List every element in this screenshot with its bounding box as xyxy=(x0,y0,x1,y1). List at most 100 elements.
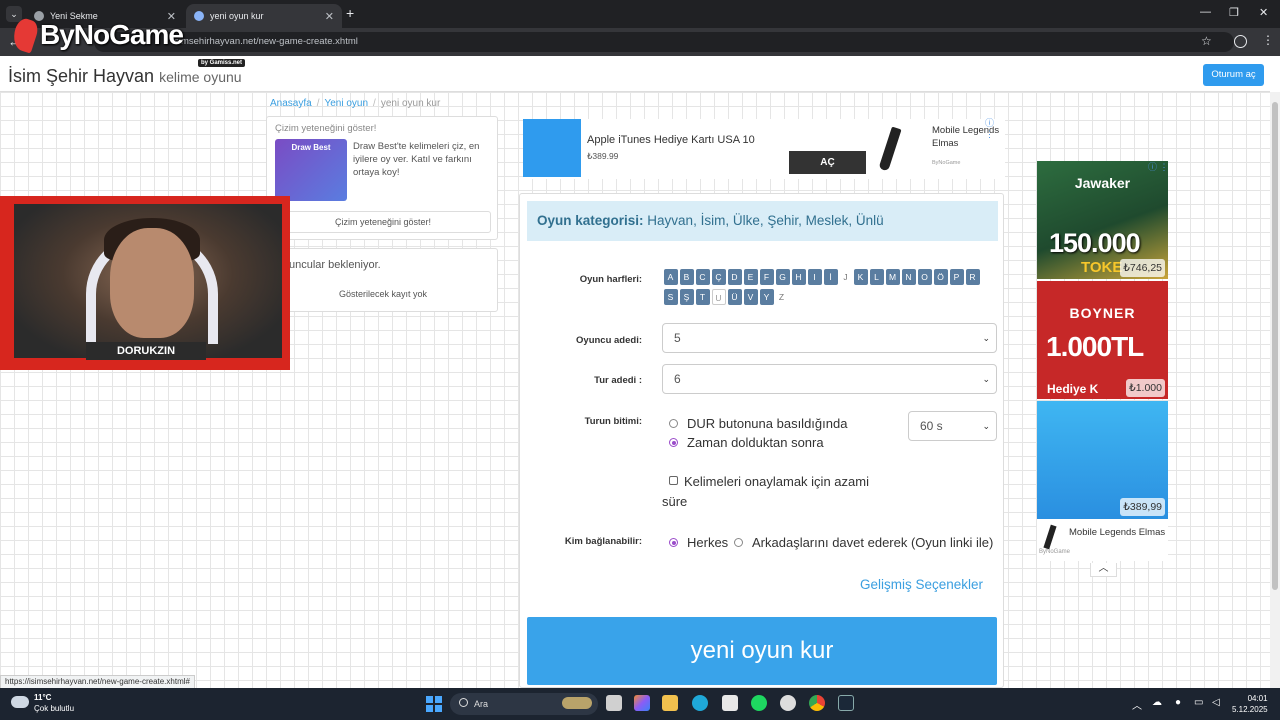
close-icon[interactable]: ✕ xyxy=(325,10,334,23)
letter-toggle[interactable]: R xyxy=(965,269,980,285)
time-select[interactable]: 60 s ⌄ xyxy=(908,411,997,441)
login-button[interactable]: Oturum aç xyxy=(1203,64,1264,86)
confirm-time-label: Kelimeleri onaylamak için azami süre xyxy=(662,472,892,512)
draw-card-title: Çizim yeteneğini göster! xyxy=(275,123,377,134)
ad-sub-text: TOKE xyxy=(1081,259,1123,276)
ad-info-icon[interactable]: ⓘ ⋮ xyxy=(1148,160,1169,173)
round-end-label: Turun bitimi: xyxy=(584,416,642,427)
onedrive-icon[interactable]: ☁ xyxy=(1152,697,1162,708)
new-tab-button[interactable]: + xyxy=(346,5,354,21)
ad-price: ₺389.99 xyxy=(587,151,619,161)
chrome-icon[interactable] xyxy=(809,695,825,711)
steam-icon[interactable] xyxy=(838,695,854,711)
microphone-icon[interactable]: ● xyxy=(1175,697,1181,708)
letter-toggle[interactable]: V xyxy=(743,289,758,305)
letter-toggle[interactable]: T xyxy=(695,289,710,305)
ad-info-icon[interactable]: ⓘ ⋮ xyxy=(985,116,1005,140)
breadcrumb-home[interactable]: Anasayfa xyxy=(270,98,312,109)
weather-desc: Çok bulutlu xyxy=(34,704,75,713)
chevron-up-icon[interactable]: ︿ xyxy=(1132,697,1142,712)
breadcrumb-separator: / xyxy=(316,98,320,109)
ad-apple-gift[interactable]: ₺389,99 xyxy=(1037,401,1168,519)
ad-brand: ByNoGame xyxy=(1039,549,1071,555)
ad-jawaker[interactable]: Jawaker 150.000 TOKE ₺746,25 xyxy=(1037,161,1168,279)
letter-toggle[interactable]: B xyxy=(679,269,694,285)
url-field[interactable]: isimsehirhayvan.net/new-game-create.xhtm… xyxy=(94,32,1234,52)
edge-icon[interactable] xyxy=(692,695,708,711)
bookmark-star-icon[interactable]: ☆ xyxy=(1201,34,1212,48)
who-option-label: Herkes xyxy=(687,535,729,550)
webcam-video xyxy=(14,204,282,358)
restore-icon[interactable]: ❐ xyxy=(1229,6,1239,19)
round-end-option-time[interactable]: Zaman dolduktan sonra xyxy=(669,435,824,450)
app-icon[interactable] xyxy=(780,695,796,711)
letter-toggle[interactable]: Ş xyxy=(679,289,694,305)
letter-toggle[interactable]: S xyxy=(663,289,678,305)
letter-toggle[interactable]: G xyxy=(775,269,790,285)
site-title[interactable]: İsim Şehir Hayvan kelime oyunu xyxy=(8,66,242,87)
cloud-icon[interactable] xyxy=(11,696,29,708)
letter-toggle[interactable]: Y xyxy=(759,289,774,305)
browser-tabbar: ⌄ Yeni Sekme ✕ yeni oyun kur ✕ + — ❐ ✕ xyxy=(0,0,1280,28)
letter-toggle[interactable]: U xyxy=(711,289,726,305)
volume-icon[interactable]: ◁ xyxy=(1212,697,1220,708)
clock-time: 04:01 xyxy=(1247,694,1268,703)
tab-label: yeni oyun kur xyxy=(210,11,264,21)
weather-temp: 11°C xyxy=(34,693,52,702)
round-end-option-stop[interactable]: DUR butonuna basıldığında xyxy=(669,416,847,431)
spotify-icon[interactable] xyxy=(751,695,767,711)
letter-toggle[interactable]: C xyxy=(695,269,710,285)
minimize-icon[interactable]: — xyxy=(1200,6,1211,18)
task-view-icon[interactable] xyxy=(606,695,622,711)
players-select[interactable]: 5 ⌄ xyxy=(662,323,997,353)
letter-toggle[interactable]: P xyxy=(949,269,964,285)
players-card: uncular bekleniyor. Gösterilecek kayıt y… xyxy=(266,248,498,312)
who-option-everyone[interactable]: Herkes xyxy=(669,535,728,550)
site-title-main: İsim Şehir Hayvan xyxy=(8,66,155,86)
tab-yeni-oyun-kur[interactable]: yeni oyun kur ✕ xyxy=(186,4,342,28)
close-window-icon[interactable]: ✕ xyxy=(1259,6,1268,19)
draw-best-button[interactable]: Çizim yeteneğini göster! xyxy=(275,211,491,233)
breadcrumb-separator: / xyxy=(373,98,376,109)
letter-toggle[interactable]: M xyxy=(885,269,900,285)
letter-toggle[interactable]: Z xyxy=(776,289,788,305)
letter-toggle[interactable]: L xyxy=(869,269,884,285)
ad-boyner[interactable]: BOYNER 1.000TL Hediye K ₺1.000 xyxy=(1037,281,1168,399)
file-explorer-icon[interactable] xyxy=(662,695,678,711)
ad-mobile-legends[interactable]: Mobile Legends Elmas ByNoGame xyxy=(1037,519,1168,561)
menu-kebab-icon[interactable]: ⋮ xyxy=(1262,33,1274,47)
draw-best-card: Çizim yeteneğini göster! Draw Best Draw … xyxy=(266,116,498,240)
ad-title: Mobile Legends Elmas xyxy=(1069,527,1166,538)
letter-toggle[interactable]: E xyxy=(743,269,758,285)
rounds-select[interactable]: 6 ⌄ xyxy=(662,364,997,394)
letter-toggle[interactable]: İ xyxy=(823,269,838,285)
letter-toggle[interactable]: J xyxy=(840,269,852,285)
letter-toggle[interactable]: H xyxy=(791,269,806,285)
letter-toggle[interactable]: D xyxy=(727,269,742,285)
collapse-ads-chevron-up-icon[interactable]: ︿ xyxy=(1090,563,1117,577)
letter-toggle[interactable]: N xyxy=(901,269,916,285)
letter-toggle[interactable]: I xyxy=(807,269,822,285)
top-ad-banner[interactable]: Apple iTunes Hediye Kartı USA 10 ₺389.99… xyxy=(523,116,1005,179)
breadcrumb-new-game[interactable]: Yeni oyun xyxy=(324,98,368,109)
display-icon[interactable]: ▭ xyxy=(1194,697,1203,708)
letter-toggle[interactable]: A xyxy=(663,269,678,285)
windows-start-icon[interactable] xyxy=(426,696,442,712)
letter-toggle[interactable]: Ü xyxy=(727,289,742,305)
letter-toggle[interactable]: Ö xyxy=(933,269,948,285)
copilot-icon[interactable] xyxy=(634,695,650,711)
who-option-friends[interactable]: Arkadaşlarını davet ederek (Oyun linki i… xyxy=(734,535,993,550)
letter-toggle[interactable]: Ç xyxy=(711,269,726,285)
letter-toggle[interactable]: O xyxy=(917,269,932,285)
letter-toggle[interactable]: K xyxy=(853,269,868,285)
ad-open-button[interactable]: AÇ xyxy=(789,151,866,174)
taskbar-clock[interactable]: 04:01 5.12.2025 xyxy=(1232,693,1268,715)
letter-toggle[interactable]: F xyxy=(759,269,774,285)
advanced-options-link[interactable]: Gelişmiş Seçenekler xyxy=(860,577,983,592)
scrollbar-thumb[interactable] xyxy=(1272,102,1278,590)
create-game-button[interactable]: yeni oyun kur xyxy=(527,617,997,685)
draw-best-thumbnail[interactable]: Draw Best xyxy=(275,139,347,201)
store-icon[interactable] xyxy=(722,695,738,711)
search-highlight-icon xyxy=(562,697,592,709)
profile-icon[interactable] xyxy=(1234,35,1247,48)
